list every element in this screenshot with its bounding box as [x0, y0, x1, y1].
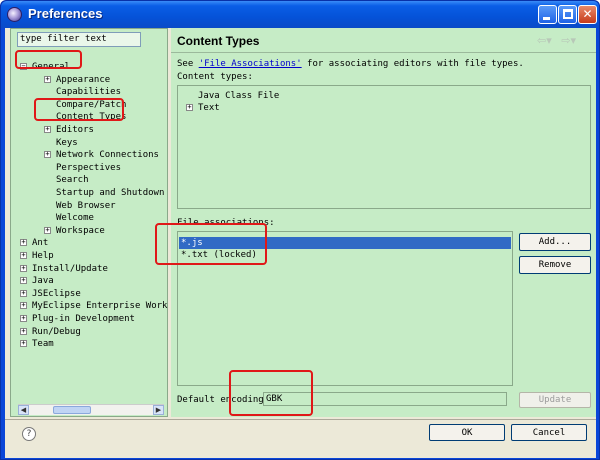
- expand-icon[interactable]: +: [20, 327, 27, 335]
- tree-item[interactable]: + Ant: [20, 237, 49, 249]
- tree-item-label: Help: [32, 251, 54, 261]
- scroll-left-icon[interactable]: ◀: [18, 405, 29, 415]
- forward-arrow-icon[interactable]: ⇨▾: [561, 34, 576, 47]
- expand-icon[interactable]: +: [20, 239, 27, 247]
- update-button[interactable]: Update: [519, 392, 591, 408]
- eclipse-icon: [7, 7, 22, 22]
- title-separator: [171, 52, 596, 53]
- content-type-item[interactable]: Java Class File: [196, 90, 279, 102]
- tree-item[interactable]: Capabilities: [56, 86, 121, 98]
- filter-input[interactable]: type filter text: [17, 32, 141, 47]
- scroll-right-icon[interactable]: ▶: [153, 405, 164, 415]
- tree-item[interactable]: Startup and Shutdown: [56, 187, 164, 199]
- file-associations-link[interactable]: 'File Associations': [199, 59, 302, 69]
- preference-tree-pane: type filter text − General + Appearance Capa…: [10, 28, 168, 417]
- cancel-button[interactable]: Cancel: [511, 424, 587, 441]
- tree-item[interactable]: + Editors: [44, 124, 94, 136]
- expand-icon[interactable]: +: [44, 126, 51, 133]
- expand-icon[interactable]: +: [44, 75, 51, 83]
- annotation-general: [15, 50, 82, 69]
- tree-item[interactable]: + Plug-in Development: [20, 313, 135, 325]
- see-suffix: for associating editors with file types.: [301, 59, 524, 69]
- tree-item-label: Ant: [32, 238, 49, 249]
- content-types-tree[interactable]: Java Class File + Text: [177, 85, 591, 209]
- tree-item[interactable]: + JSEclipse: [20, 288, 81, 300]
- see-file-associations-text: See 'File Associations' for associating …: [177, 59, 524, 69]
- tree-item[interactable]: Welcome: [56, 212, 94, 224]
- remove-button[interactable]: Remove: [519, 256, 591, 274]
- tree-item-label: Editors: [56, 125, 94, 135]
- tree-item-label: Startup and Shutdown: [56, 188, 165, 198]
- close-icon: ✕: [582, 7, 593, 21]
- expand-icon[interactable]: +: [20, 252, 27, 259]
- tree-item-label: Java: [32, 276, 54, 287]
- tree-item[interactable]: + MyEclipse Enterprise Work: [20, 300, 168, 312]
- content-type-label: Java Class File: [198, 91, 280, 101]
- maximize-button[interactable]: [558, 5, 577, 24]
- tree-item[interactable]: + Appearance: [44, 74, 111, 86]
- tree-item-label: Install/Update: [32, 263, 108, 274]
- annotation-encoding: [229, 370, 313, 416]
- see-prefix: See: [177, 59, 199, 69]
- expand-icon[interactable]: +: [20, 302, 27, 310]
- tree-item-label: MyEclipse Enterprise Work: [32, 301, 168, 312]
- tree-item[interactable]: + Run/Debug: [20, 326, 81, 338]
- tree-item-label: Network Connections: [56, 150, 159, 161]
- back-arrow-icon[interactable]: ⇦▾: [537, 34, 552, 47]
- expand-icon[interactable]: +: [20, 315, 27, 322]
- tree-item[interactable]: + Java: [20, 275, 54, 287]
- ok-button[interactable]: OK: [429, 424, 505, 441]
- close-button[interactable]: ✕: [578, 5, 597, 24]
- tree-item-label: Capabilities: [56, 87, 122, 98]
- content-type-item[interactable]: + Text: [186, 102, 220, 114]
- tree-item-label: Keys: [56, 137, 78, 148]
- tree-item[interactable]: Keys: [56, 137, 78, 149]
- annotation-file-associations: [155, 223, 267, 265]
- tree-horizontal-scrollbar[interactable]: ◀ ▶: [18, 404, 164, 415]
- add-button[interactable]: Add...: [519, 233, 591, 251]
- tree-item-label: Run/Debug: [32, 326, 81, 337]
- expand-icon[interactable]: +: [20, 264, 27, 272]
- tree-item[interactable]: + Workspace: [44, 225, 105, 237]
- tree-item-label: Perspectives: [56, 162, 122, 173]
- maximize-icon: [563, 9, 573, 19]
- tree-item-label: Plug-in Development: [32, 314, 135, 324]
- tree-item-label: Search: [56, 175, 89, 186]
- tree-item[interactable]: Search: [56, 174, 89, 186]
- tree-item-label: Web Browser: [56, 200, 116, 211]
- annotation-content-types: [34, 98, 124, 121]
- minimize-button[interactable]: [538, 5, 557, 24]
- tree-item-label: Appearance: [56, 74, 111, 85]
- tree-item-label: Team: [32, 339, 54, 350]
- tree-item[interactable]: + Network Connections: [44, 149, 159, 161]
- expand-icon[interactable]: +: [186, 104, 193, 111]
- title-bar[interactable]: Preferences ✕: [1, 1, 599, 28]
- tree-item-label: JSEclipse: [32, 288, 81, 299]
- expand-icon[interactable]: +: [20, 277, 27, 285]
- footer-separator: [5, 419, 596, 420]
- tree-item[interactable]: Web Browser: [56, 200, 116, 212]
- tree-item-label: Workspace: [56, 225, 105, 236]
- expand-icon[interactable]: +: [20, 340, 27, 348]
- preferences-window: Preferences ✕ type filter text − General +…: [0, 0, 600, 460]
- tree-item[interactable]: + Team: [20, 338, 54, 350]
- window-title: Preferences: [28, 6, 103, 21]
- history-nav[interactable]: ⇦▾ ⇨▾: [537, 34, 576, 47]
- tree-item-label: Welcome: [56, 213, 94, 224]
- page-title: Content Types: [177, 34, 260, 48]
- tree-item[interactable]: + Help: [20, 250, 54, 262]
- content-types-label: Content types:: [177, 72, 253, 82]
- expand-icon[interactable]: +: [20, 289, 27, 297]
- content-type-label: Text: [198, 103, 220, 113]
- help-icon[interactable]: ?: [22, 427, 36, 441]
- tree-item[interactable]: + Install/Update: [20, 263, 108, 275]
- expand-icon[interactable]: +: [44, 151, 51, 159]
- tree-item[interactable]: Perspectives: [56, 162, 121, 174]
- scroll-thumb[interactable]: [53, 406, 91, 414]
- expand-icon[interactable]: +: [44, 226, 51, 234]
- minimize-icon: [543, 17, 550, 20]
